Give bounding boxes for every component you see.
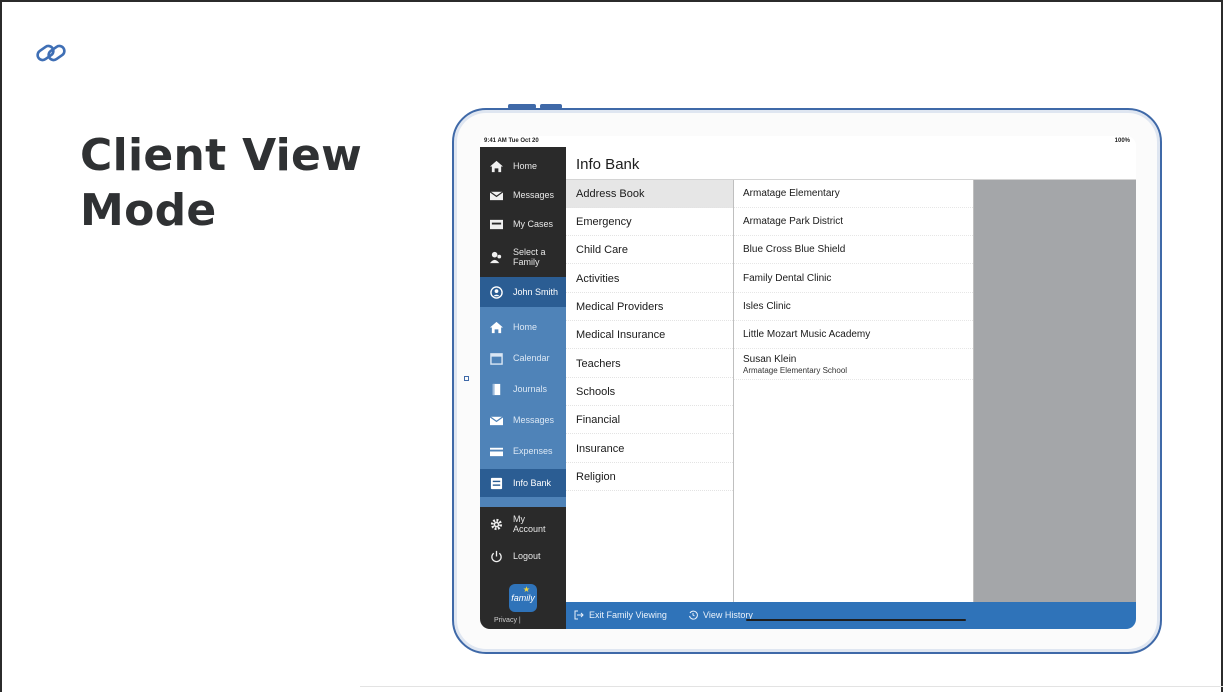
camera-dot	[464, 376, 469, 381]
sidebar-item-select-family[interactable]: Select a Family	[480, 240, 566, 274]
status-bar: 9:41 AM Tue Oct 20 100%	[480, 136, 1136, 147]
family-app-logo: ★ family	[509, 584, 537, 612]
sidebar-item-logout[interactable]: Logout	[480, 543, 566, 569]
contact-item[interactable]: Blue Cross Blue Shield	[734, 236, 973, 264]
category-item-child-care[interactable]: Child Care	[566, 236, 733, 264]
family-icon	[488, 250, 504, 264]
contact-item[interactable]: Susan Klein Armatage Elementary School	[734, 350, 973, 380]
status-battery: 100%	[1114, 138, 1130, 144]
category-item-financial[interactable]: Financial	[566, 406, 733, 434]
home-indicator	[746, 619, 966, 621]
sidebar-item-label: John Smith	[513, 287, 559, 297]
divider	[360, 686, 1223, 687]
category-item-medical-insurance[interactable]: Medical Insurance	[566, 321, 733, 349]
sidebar-item-home[interactable]: Home	[480, 153, 566, 179]
sidebar-item-messages[interactable]: Messages	[480, 182, 566, 208]
category-item-teachers[interactable]: Teachers	[566, 350, 733, 378]
category-item-medical-providers[interactable]: Medical Providers	[566, 293, 733, 321]
bottom-toolbar: Exit Family Viewing View History	[566, 602, 1136, 629]
sidebar-item-family-home[interactable]: Home	[480, 314, 566, 340]
detail-pane	[974, 180, 1136, 602]
category-item-activities[interactable]: Activities	[566, 265, 733, 293]
contact-name: Susan Klein	[743, 354, 797, 365]
sidebar-item-label: Logout	[513, 551, 541, 561]
sidebar-item-my-cases[interactable]: My Cases	[480, 211, 566, 237]
power-icon	[488, 549, 504, 563]
category-item-emergency[interactable]: Emergency	[566, 208, 733, 236]
contact-name: Blue Cross Blue Shield	[743, 244, 846, 255]
app-logo-text: family	[511, 593, 535, 603]
mail-icon	[488, 188, 504, 202]
exit-family-viewing-button[interactable]: Exit Family Viewing	[574, 610, 667, 620]
contact-name: Little Mozart Music Academy	[743, 329, 871, 340]
category-item-insurance[interactable]: Insurance	[566, 435, 733, 463]
category-list: Address Book Emergency Child Care Activi…	[566, 180, 734, 602]
view-history-button[interactable]: View History	[688, 610, 753, 620]
sidebar-item-label: Journals	[513, 384, 548, 394]
sidebar-item-label: Expenses	[513, 446, 553, 456]
category-item-schools[interactable]: Schools	[566, 378, 733, 406]
contact-item[interactable]: Family Dental Clinic	[734, 265, 973, 293]
sidebar-item-label: Messages	[513, 190, 555, 200]
sidebar-item-label: Home	[513, 161, 538, 171]
info-bank-icon	[488, 476, 504, 490]
sidebar-item-family-messages[interactable]: Messages	[480, 407, 566, 433]
calendar-icon	[488, 351, 504, 365]
gear-icon	[488, 517, 504, 531]
slide-title: Client View Mode	[80, 130, 363, 236]
sidebar-item-label: Select a Family	[513, 247, 546, 267]
cases-icon	[488, 217, 504, 231]
sidebar-item-journals[interactable]: Journals	[480, 376, 566, 402]
mail-icon	[488, 413, 504, 427]
contact-item[interactable]: Armatage Park District	[734, 208, 973, 236]
contact-item[interactable]: Little Mozart Music Academy	[734, 321, 973, 349]
tablet-screen: 9:41 AM Tue Oct 20 100% Home Messages My…	[480, 136, 1136, 629]
contact-name: Isles Clinic	[743, 301, 791, 312]
contact-subtitle: Armatage Elementary School	[743, 366, 848, 375]
exit-family-viewing-label: Exit Family Viewing	[589, 610, 667, 620]
sidebar-item-label: Calendar	[513, 353, 550, 363]
link-icon[interactable]	[34, 40, 68, 66]
home-icon	[488, 320, 504, 334]
sidebar-item-label: My Account	[513, 514, 546, 534]
contact-item[interactable]: Isles Clinic	[734, 293, 973, 321]
user-circle-icon	[488, 285, 504, 299]
sidebar-item-label: My Cases	[513, 219, 554, 229]
contact-name: Family Dental Clinic	[743, 273, 832, 284]
sidebar-item-label: Messages	[513, 415, 555, 425]
sidebar-item-label: Home	[513, 322, 538, 332]
sidebar-item-calendar[interactable]: Calendar	[480, 345, 566, 371]
sidebar-nav: Home Messages My Cases Select a Family J…	[480, 147, 566, 629]
sidebar-item-info-bank[interactable]: Info Bank	[480, 469, 566, 497]
category-item-address-book[interactable]: Address Book	[566, 180, 733, 208]
sidebar-item-user[interactable]: John Smith	[480, 277, 566, 307]
sidebar-item-expenses[interactable]: Expenses	[480, 438, 566, 464]
exit-icon	[574, 610, 584, 620]
sidebar-item-label: Info Bank	[513, 478, 552, 488]
contact-name: Armatage Elementary	[743, 188, 840, 199]
star-icon: ★	[522, 585, 530, 594]
journal-icon	[488, 382, 504, 396]
page-title: Info Bank	[576, 156, 640, 173]
status-time: 9:41 AM Tue Oct 20	[484, 138, 539, 144]
privacy-link[interactable]: Privacy |	[494, 617, 521, 624]
page-header: Info Bank	[566, 147, 1136, 180]
contact-item[interactable]: Armatage Elementary	[734, 180, 973, 208]
contact-list: Armatage Elementary Armatage Park Distri…	[734, 180, 974, 602]
sidebar-item-my-account[interactable]: My Account	[480, 507, 566, 541]
contact-name: Armatage Park District	[743, 216, 844, 227]
card-icon	[488, 444, 504, 458]
category-item-religion[interactable]: Religion	[566, 463, 733, 491]
home-icon	[488, 159, 504, 173]
history-icon	[689, 610, 698, 620]
